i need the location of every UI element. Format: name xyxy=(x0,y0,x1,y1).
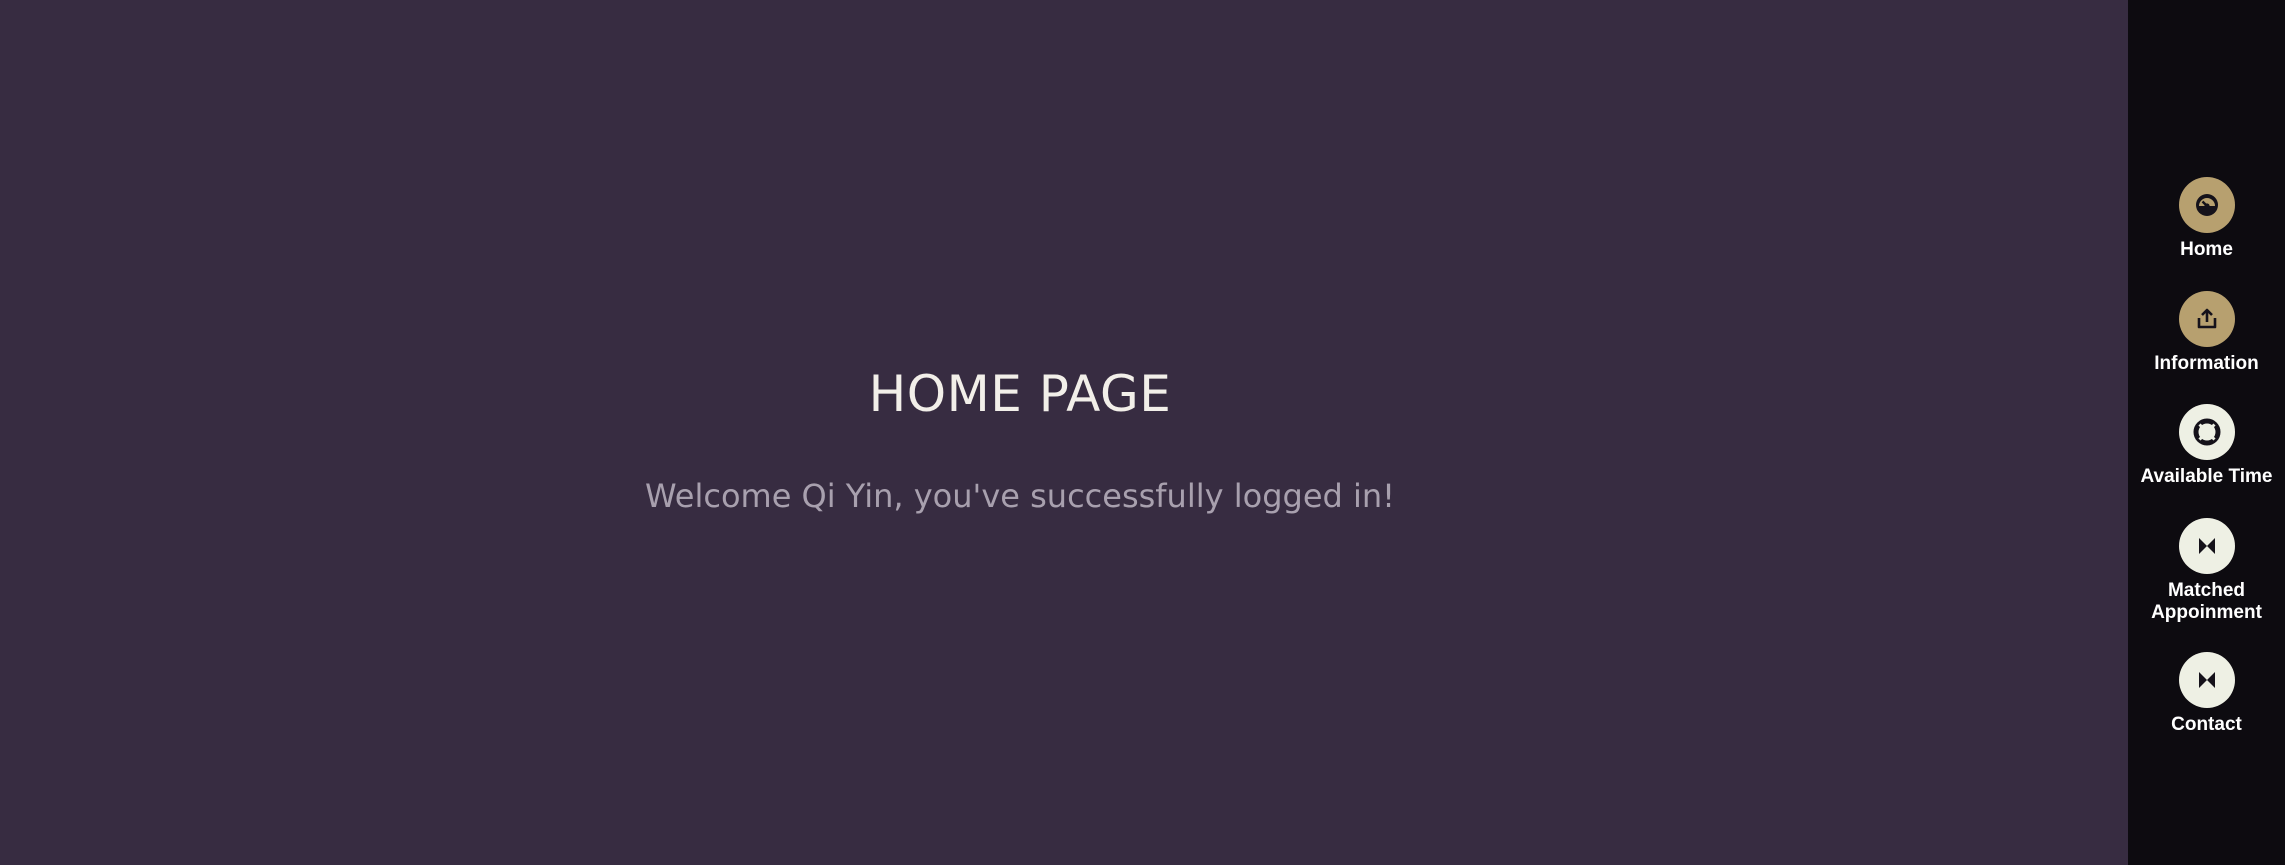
welcome-message: Welcome Qi Yin, you've successfully logg… xyxy=(645,477,1395,515)
sidebar-item-home[interactable]: Home xyxy=(2128,177,2285,261)
share-icon xyxy=(2178,291,2235,347)
lifebuoy-icon xyxy=(2178,404,2235,460)
sidebar-item-label: Available Time xyxy=(2140,466,2273,487)
dashboard-icon xyxy=(2178,177,2235,233)
sidebar-item-label: Contact xyxy=(2171,714,2242,735)
sidebar-item-available-time[interactable]: Available Time xyxy=(2128,404,2285,488)
bowtie-icon xyxy=(2178,652,2235,708)
sidebar-item-label: Home xyxy=(2180,239,2233,260)
sidebar-item-information[interactable]: Information xyxy=(2128,291,2285,375)
main-content: HOME PAGE Welcome Qi Yin, you've success… xyxy=(0,0,2128,865)
page-title: HOME PAGE xyxy=(868,365,1172,423)
sidebar-item-label: Matched Appoinment xyxy=(2151,580,2262,623)
sidebar-item-contact[interactable]: Contact xyxy=(2128,652,2285,736)
sidebar-nav: Home Information Available Time Matched … xyxy=(2128,0,2285,865)
bowtie-icon xyxy=(2178,518,2235,574)
sidebar-item-matched-appointment[interactable]: Matched Appoinment xyxy=(2128,518,2285,624)
sidebar-item-label: Information xyxy=(2154,353,2259,374)
